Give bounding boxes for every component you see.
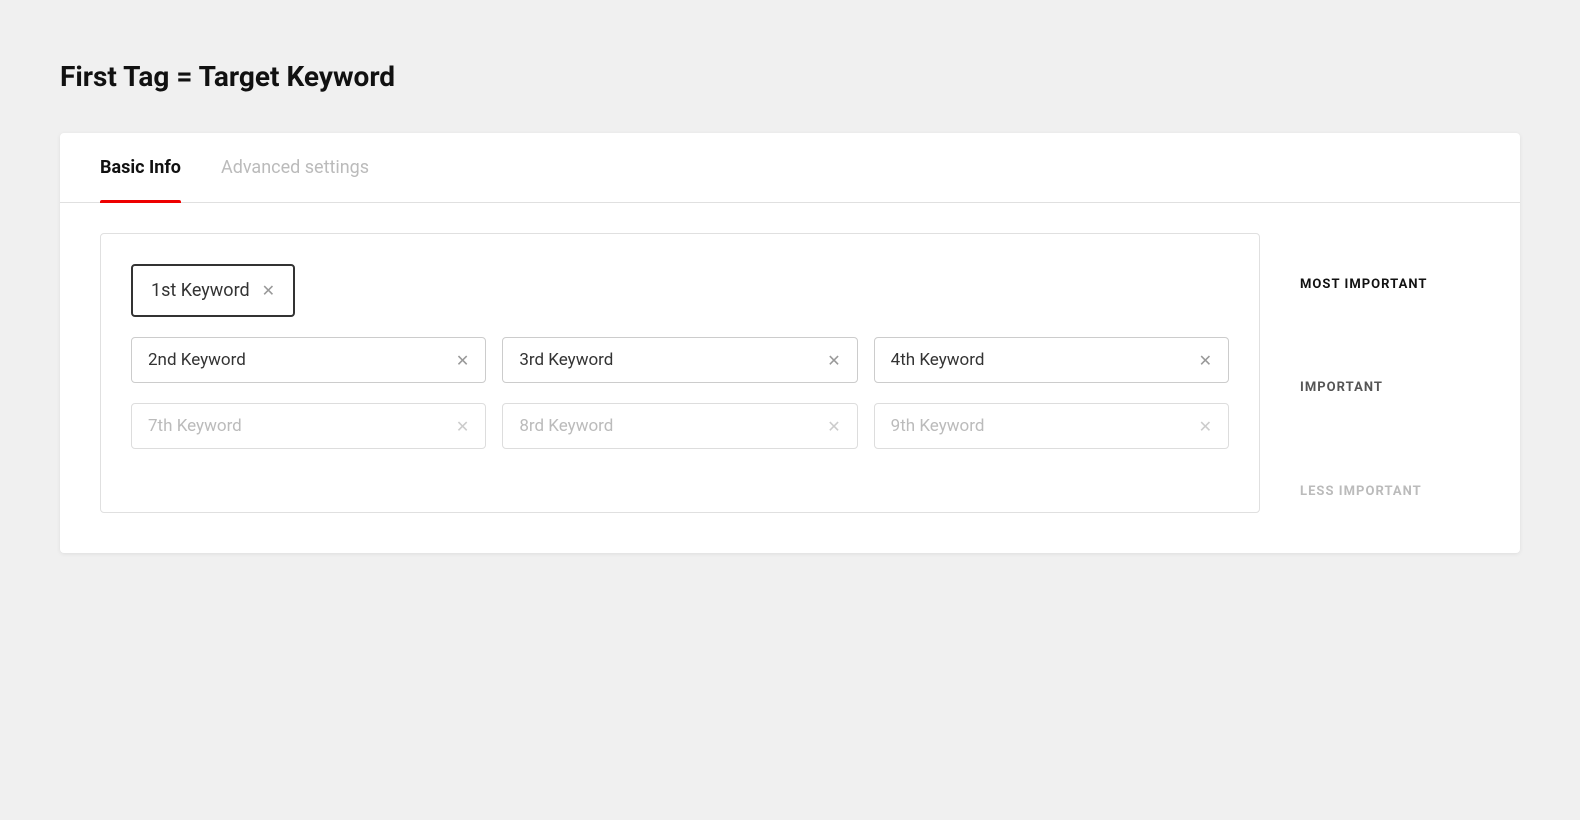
close-icon-primary[interactable]: ✕ [262,281,275,300]
keywords-area: 1st Keyword ✕ 2nd Keyword ✕ 3rd Keyword … [100,233,1260,513]
page-title: First Tag = Target Keyword [60,60,1520,93]
tab-advanced-settings[interactable]: Advanced settings [221,133,369,202]
label-most-important: MOST IMPORTANT [1300,277,1480,292]
keyword-label-secondary-0: 2nd Keyword [148,350,246,370]
keyword-tag-secondary-0[interactable]: 2nd Keyword ✕ [131,337,486,383]
card-body: 1st Keyword ✕ 2nd Keyword ✕ 3rd Keyword … [60,203,1520,553]
keyword-label-tertiary-2: 9th Keyword [891,416,985,436]
keyword-label-secondary-2: 4th Keyword [891,350,985,370]
keyword-tag-secondary-2[interactable]: 4th Keyword ✕ [874,337,1229,383]
main-card: Basic Info Advanced settings 1st Keyword… [60,133,1520,553]
tab-bar: Basic Info Advanced settings [60,133,1520,203]
keyword-row-secondary: 2nd Keyword ✕ 3rd Keyword ✕ 4th Keyword … [131,337,1229,383]
keyword-label-secondary-1: 3rd Keyword [519,350,613,370]
close-icon-tertiary-2[interactable]: ✕ [1199,417,1212,436]
keyword-label-tertiary-0: 7th Keyword [148,416,242,436]
keyword-tag-primary[interactable]: 1st Keyword ✕ [131,264,295,317]
keyword-tag-secondary-1[interactable]: 3rd Keyword ✕ [502,337,857,383]
keyword-tag-tertiary-1[interactable]: 8rd Keyword ✕ [502,403,857,449]
label-important: IMPORTANT [1300,380,1480,395]
keyword-row-tertiary: 7th Keyword ✕ 8rd Keyword ✕ 9th Keyword … [131,403,1229,449]
importance-labels: MOST IMPORTANT IMPORTANT LESS IMPORTANT [1300,233,1480,513]
close-icon-tertiary-0[interactable]: ✕ [456,417,469,436]
label-less-important: LESS IMPORTANT [1300,484,1480,499]
keyword-tag-tertiary-2[interactable]: 9th Keyword ✕ [874,403,1229,449]
keyword-label-primary: 1st Keyword [151,280,250,301]
keyword-row-primary: 1st Keyword ✕ [131,264,1229,317]
keyword-tag-tertiary-0[interactable]: 7th Keyword ✕ [131,403,486,449]
tab-basic-info[interactable]: Basic Info [100,133,181,202]
keyword-label-tertiary-1: 8rd Keyword [519,416,613,436]
page-wrapper: First Tag = Target Keyword Basic Info Ad… [60,60,1520,553]
close-icon-secondary-2[interactable]: ✕ [1199,351,1212,370]
close-icon-tertiary-1[interactable]: ✕ [827,417,840,436]
close-icon-secondary-1[interactable]: ✕ [827,351,840,370]
close-icon-secondary-0[interactable]: ✕ [456,351,469,370]
